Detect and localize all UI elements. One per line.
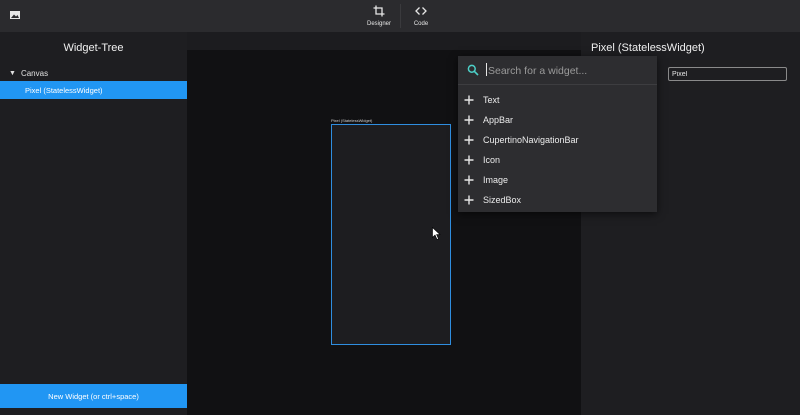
widget-tree-panel: Widget-Tree ▼ Canvas Pixel (StatelessWid…	[0, 32, 187, 415]
widget-search-row	[458, 56, 657, 85]
tree-item-pixel[interactable]: Pixel (StatelessWidget)	[0, 81, 187, 99]
mouse-cursor-icon	[432, 227, 441, 240]
widget-option-image[interactable]: Image	[458, 170, 657, 190]
tree-item-label: Pixel (StatelessWidget)	[25, 85, 103, 95]
image-icon[interactable]	[9, 9, 21, 21]
device-caption: Pixel (StatelessWidget)	[331, 118, 373, 123]
widget-option-label: Text	[483, 95, 500, 105]
widget-picker-popup: Text AppBar CupertinoNavigationBar Icon …	[458, 56, 657, 212]
widget-option-icon[interactable]: Icon	[458, 150, 657, 170]
designer-mode-button[interactable]: Designer	[357, 0, 401, 32]
crop-icon	[373, 5, 385, 17]
widget-option-label: CupertinoNavigationBar	[483, 135, 579, 145]
widget-option-cupertinonavigationbar[interactable]: CupertinoNavigationBar	[458, 130, 657, 150]
tree-node-canvas[interactable]: ▼ Canvas	[0, 66, 187, 80]
widget-option-text[interactable]: Text	[458, 90, 657, 110]
text-caret	[486, 63, 487, 76]
widget-option-label: Image	[483, 175, 509, 185]
plus-icon	[464, 175, 474, 185]
plus-icon	[464, 95, 474, 105]
designer-mode-label: Designer	[366, 21, 391, 27]
widget-option-sizedbox[interactable]: SizedBox	[458, 190, 657, 210]
tree-node-label: Canvas	[20, 68, 49, 78]
plus-icon	[464, 195, 474, 205]
caret-down-icon[interactable]: ▼	[9, 70, 16, 77]
plus-icon	[464, 135, 474, 145]
code-mode-button[interactable]: Code	[399, 0, 443, 32]
search-icon	[467, 64, 479, 76]
plus-icon	[464, 115, 474, 125]
canvas-header-strip	[187, 32, 581, 50]
widget-option-label: AppBar	[483, 115, 514, 125]
widget-tree-title: Widget-Tree	[63, 42, 124, 54]
widget-search-input[interactable]	[486, 62, 650, 80]
properties-title: Pixel (StatelessWidget)	[591, 42, 705, 54]
code-mode-label: Code	[413, 21, 429, 27]
code-icon	[415, 7, 427, 15]
new-widget-button[interactable]: New Widget (or ctrl+space)	[0, 384, 187, 408]
widget-name-input[interactable]	[668, 67, 787, 81]
plus-icon	[464, 155, 474, 165]
widget-option-appbar[interactable]: AppBar	[458, 110, 657, 130]
widget-option-label: Icon	[483, 155, 501, 165]
top-toolbar: Designer Code	[0, 0, 800, 32]
widget-option-label: SizedBox	[483, 195, 522, 205]
